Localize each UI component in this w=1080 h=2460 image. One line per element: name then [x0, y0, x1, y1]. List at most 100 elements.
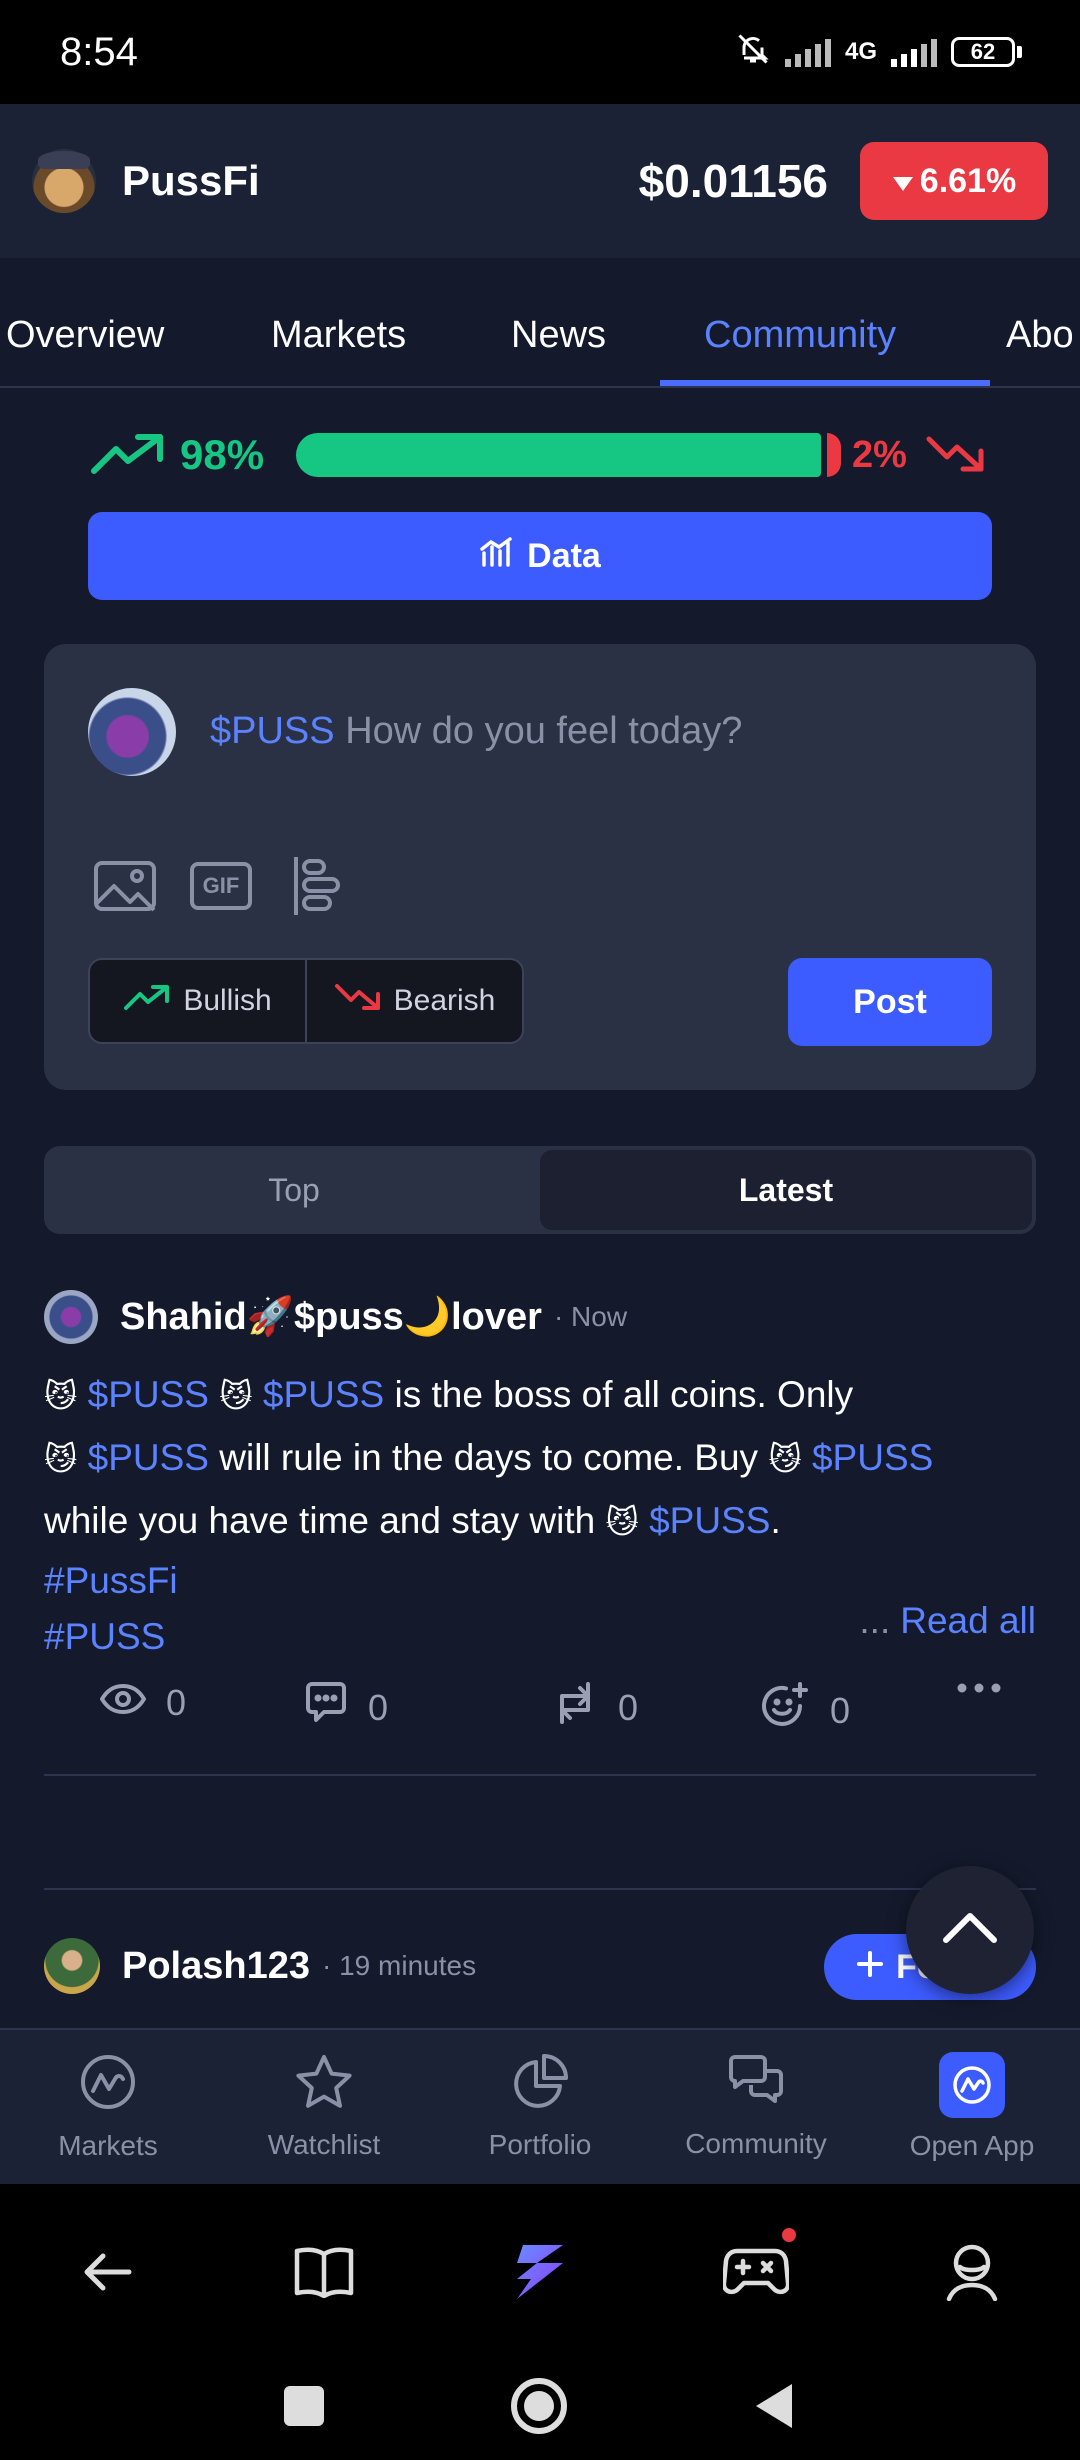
tab-overview[interactable]: Overview [6, 314, 164, 357]
sort-top[interactable]: Top [48, 1150, 540, 1230]
post-header: Shahid🚀$puss🌙lover · Now [44, 1282, 1036, 1352]
post-body: 😼 $PUSS 😼 $PUSS is the boss of all coins… [44, 1364, 1036, 1553]
trend-down-icon [334, 983, 382, 1019]
reposts-value: 0 [618, 1686, 639, 1728]
section-tabs: Overview Markets News Community Abo [0, 258, 1080, 388]
status-time: 8:54 [60, 29, 138, 74]
feed-post-header: Polash123 · 19 minutes Follow [44, 1930, 1036, 2002]
bearish-label: Bearish [393, 984, 496, 1017]
comments-count[interactable]: 0 [304, 1682, 388, 1733]
ticker-link[interactable]: $PUSS [88, 1437, 209, 1478]
eye-icon [99, 1682, 147, 1724]
user-avatar[interactable] [88, 688, 176, 776]
tab-about[interactable]: Abo [1006, 314, 1074, 357]
read-all-link[interactable]: ... Read all [859, 1600, 1036, 1642]
post-text: . [770, 1500, 781, 1541]
app-home-logo-icon[interactable] [500, 2232, 580, 2312]
coin-header: PussFi $0.01156 6.61% [0, 104, 1080, 258]
ticker-link[interactable]: $PUSS [88, 1374, 209, 1415]
bullish-percent: 98% [180, 431, 265, 478]
battery-level: 62 [951, 37, 1015, 67]
ticker-link[interactable]: $PUSS [649, 1500, 770, 1541]
star-icon [295, 2054, 353, 2117]
ticker-link[interactable]: $PUSS [812, 1437, 933, 1478]
sentiment-meter: 98% 2% [90, 420, 990, 490]
bullish-option[interactable]: Bullish [90, 960, 305, 1042]
author-avatar[interactable] [44, 1938, 100, 1994]
post-time: · 19 minutes [322, 1950, 477, 1981]
back-arrow-icon[interactable] [68, 2232, 148, 2312]
gif-icon[interactable]: GIF [188, 856, 254, 916]
author-avatar[interactable] [44, 1290, 98, 1344]
network-type: 4G [844, 38, 877, 65]
app-root: 8:54 4G 62 PussFi $0.01156 6.61% Overvie [0, 0, 1080, 2460]
nav-watchlist[interactable]: Watchlist [216, 2030, 432, 2184]
reactions-count[interactable]: 0 [760, 1682, 850, 1739]
post-button[interactable]: Post [788, 958, 992, 1046]
pie-chart-icon [512, 2053, 568, 2117]
status-bar: 8:54 4G 62 [0, 0, 1080, 104]
nav-community[interactable]: Community [648, 2030, 864, 2184]
feed-post: Shahid🚀$puss🌙lover · Now 😼 $PUSS 😼 $PUSS… [44, 1282, 1036, 1731]
book-icon[interactable] [284, 2232, 364, 2312]
post-text: is the boss of all coins. Only [394, 1374, 854, 1415]
repost-icon [552, 1682, 598, 1733]
sort-latest[interactable]: Latest [540, 1150, 1032, 1230]
poll-icon[interactable] [284, 856, 350, 916]
add-reaction-icon [760, 1682, 810, 1739]
reactions-value: 0 [830, 1689, 851, 1731]
nav-label: Community [685, 2127, 827, 2159]
nav-markets[interactable]: Markets [0, 2030, 216, 2184]
bar-chart-icon [479, 536, 513, 576]
bottom-nav: Markets Watchlist Portfolio Community Op… [0, 2028, 1080, 2184]
bullish-fill [296, 433, 821, 477]
status-icons: 4G 62 [735, 31, 1022, 74]
tab-news[interactable]: News [511, 314, 606, 357]
game-controller-icon[interactable] [716, 2228, 796, 2312]
post-time: · Now [553, 1301, 628, 1332]
nav-label: Open App [909, 2130, 1035, 2161]
nav-label: Portfolio [488, 2128, 592, 2160]
tab-community[interactable]: Community [704, 314, 896, 357]
post-author[interactable]: Polash123 [122, 1945, 310, 1988]
sentiment-bar [296, 433, 841, 477]
post-author[interactable]: Shahid🚀$puss🌙lover [120, 1295, 542, 1339]
feed-sort: Top Latest [44, 1146, 1036, 1234]
post-actions: 0 0 0 0 [99, 1682, 1020, 1746]
notification-dot [782, 2228, 796, 2242]
signal-icon-2 [891, 37, 937, 67]
data-button[interactable]: Data [88, 512, 992, 600]
cat-emoji-icon: 😼 [44, 1441, 78, 1477]
nav-portfolio[interactable]: Portfolio [432, 2030, 648, 2184]
android-nav-bar [0, 2370, 1080, 2440]
chat-bubbles-icon [727, 2054, 785, 2116]
tab-markets[interactable]: Markets [271, 314, 406, 357]
image-icon[interactable] [92, 856, 158, 916]
coin-price: $0.01156 [638, 155, 828, 207]
reposts-count[interactable]: 0 [552, 1682, 638, 1733]
price-change-badge: 6.61% [860, 142, 1048, 220]
nav-open-app[interactable]: Open App [864, 2030, 1080, 2184]
composer-ticker: $PUSS [210, 710, 335, 752]
active-tab-indicator [660, 380, 990, 386]
bearish-option[interactable]: Bearish [305, 960, 522, 1042]
composer-input[interactable]: $PUSS How do you feel today? [210, 710, 742, 753]
more-options-icon[interactable] [956, 1682, 1002, 1694]
scroll-to-top-button[interactable] [906, 1866, 1034, 1994]
bullish-label: Bullish [183, 984, 272, 1017]
bearish-fill [827, 433, 841, 477]
profile-icon[interactable] [932, 2232, 1012, 2312]
ticker-link[interactable]: $PUSS [263, 1374, 384, 1415]
home-circle-icon[interactable] [511, 2378, 567, 2434]
bearish-percent: 2% [852, 433, 907, 476]
nav-label: Markets [58, 2129, 158, 2161]
views-count[interactable]: 0 [99, 1682, 186, 1724]
coin-logo [32, 149, 96, 213]
signal-icon [784, 37, 831, 67]
trend-down-icon [925, 433, 985, 478]
data-button-label: Data [527, 536, 601, 575]
back-triangle-icon[interactable] [754, 2382, 794, 2435]
system-nav [0, 2184, 1080, 2460]
cat-emoji-icon: 😼 [605, 1504, 639, 1540]
recents-square-icon[interactable] [284, 2386, 324, 2426]
